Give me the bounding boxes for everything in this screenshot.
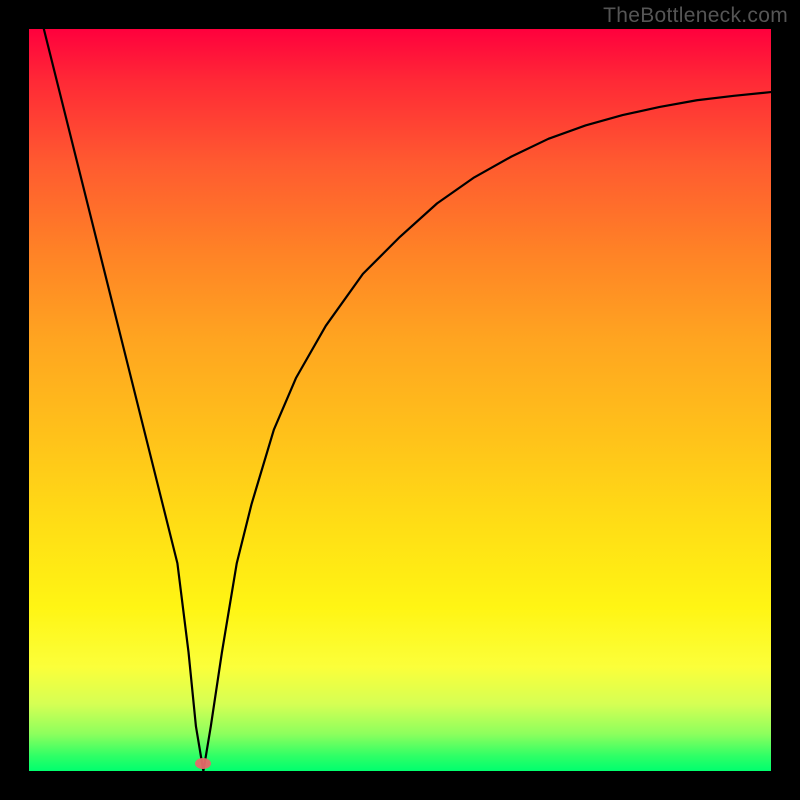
bottleneck-curve [29,29,771,771]
watermark-text: TheBottleneck.com [603,4,788,28]
chart-frame: TheBottleneck.com [0,0,800,800]
plot-area [29,29,771,771]
